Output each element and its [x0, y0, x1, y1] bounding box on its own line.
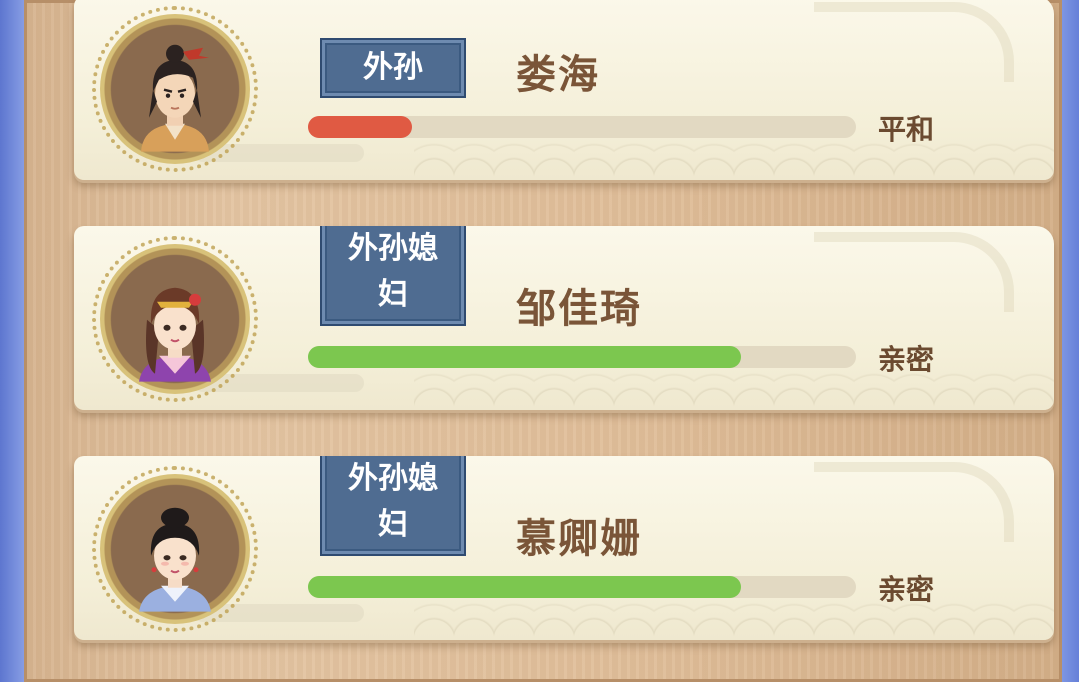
- relation-badge: 外孙: [320, 38, 466, 98]
- avatar-frame[interactable]: [92, 6, 258, 172]
- affinity-bar: [308, 346, 856, 368]
- decorative-swirl: [814, 2, 1014, 82]
- relation-badge: 外孙媳妇: [320, 226, 466, 326]
- relationship-status: 亲密: [878, 573, 935, 606]
- relative-card[interactable]: 外孙媳妇 慕卿姗 亲密: [74, 456, 1054, 640]
- decorative-swirl: [814, 232, 1014, 312]
- affinity-bar-fill: [308, 116, 413, 138]
- relationship-status: 亲密: [878, 343, 935, 376]
- avatar-frame[interactable]: [92, 236, 258, 402]
- relationship-status: 平和: [878, 113, 935, 146]
- affinity-bar-fill: [308, 346, 741, 368]
- background-left: [0, 0, 26, 682]
- relation-label: 外孙: [363, 50, 423, 85]
- relation-label: 外孙媳妇: [348, 231, 438, 312]
- young-woman-avatar: [139, 287, 211, 382]
- relatives-list-panel[interactable]: 外孙 娄海 平和 外孙媳妇 邹佳琦 亲密 外孙媳妇 慕卿姗 亲密: [24, 0, 1062, 682]
- relative-card[interactable]: 外孙 娄海 平和: [74, 0, 1054, 180]
- affinity-bar: [308, 116, 856, 138]
- avatar-frame[interactable]: [92, 466, 258, 632]
- relation-label: 外孙媳妇: [348, 461, 438, 542]
- relative-name: 娄海: [516, 52, 600, 98]
- relative-card[interactable]: 外孙媳妇 邹佳琦 亲密: [74, 226, 1054, 410]
- relation-badge: 外孙媳妇: [320, 456, 466, 556]
- woman-avatar: [139, 507, 211, 612]
- affinity-bar: [308, 576, 856, 598]
- decorative-swirl: [814, 462, 1014, 542]
- relative-name: 慕卿姗: [516, 516, 642, 562]
- relative-name: 邹佳琦: [516, 286, 642, 332]
- affinity-bar-fill: [308, 576, 741, 598]
- young-man-avatar: [141, 44, 209, 152]
